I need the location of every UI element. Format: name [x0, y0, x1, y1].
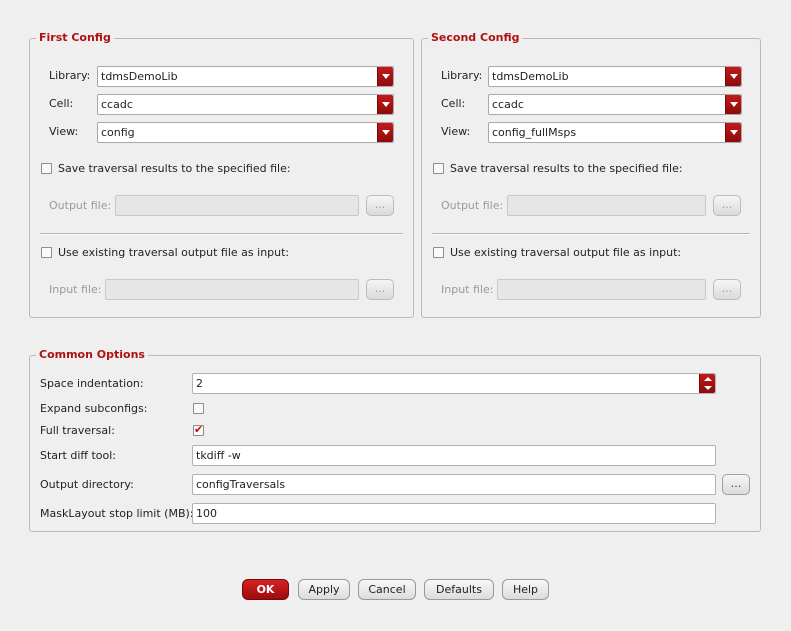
output-file-browse-button[interactable]: ... [713, 195, 741, 216]
ok-button[interactable]: OK [242, 579, 289, 600]
view-combobox[interactable]: config_fullMsps [488, 122, 742, 143]
start-diff-tool-input[interactable]: tkdiff -w [192, 445, 716, 466]
output-directory-value: configTraversals [196, 478, 286, 491]
spin-up-icon[interactable] [704, 377, 712, 381]
view-value: config_fullMsps [492, 126, 577, 139]
output-directory-input[interactable]: configTraversals [192, 474, 716, 495]
view-value: config [101, 126, 135, 139]
cell-value: ccadc [101, 98, 133, 111]
library-value: tdmsDemoLib [492, 70, 569, 83]
input-file-browse-button[interactable]: ... [713, 279, 741, 300]
apply-button[interactable]: Apply [298, 579, 350, 600]
chevron-down-icon[interactable] [377, 95, 393, 114]
output-directory-browse-button[interactable]: ... [722, 474, 750, 495]
library-combobox[interactable]: tdmsDemoLib [488, 66, 742, 87]
full-traversal-checkbox[interactable] [193, 423, 204, 437]
first-config-title: First Config [36, 31, 114, 45]
input-file-input[interactable] [105, 279, 359, 300]
expand-subconfigs-checkbox[interactable] [193, 403, 204, 414]
divider [432, 233, 750, 235]
use-existing-label: Use existing traversal output file as in… [58, 246, 290, 259]
cell-combobox[interactable]: ccadc [97, 94, 394, 115]
view-label: View: [49, 125, 79, 138]
masklayout-limit-input[interactable]: 100 [192, 503, 716, 524]
defaults-button[interactable]: Defaults [424, 579, 494, 600]
masklayout-limit-value: 100 [196, 507, 217, 520]
output-file-label: Output file: [441, 199, 504, 212]
divider [40, 233, 403, 235]
masklayout-limit-label: MaskLayout stop limit (MB): [40, 507, 194, 520]
input-file-label: Input file: [49, 283, 102, 296]
cancel-button[interactable]: Cancel [358, 579, 416, 600]
spinner-arrows-icon[interactable] [699, 374, 715, 393]
chevron-down-icon[interactable] [377, 123, 393, 142]
common-options-group: Common Options Space indentation: 2 Expa… [29, 348, 761, 532]
first-config-group: First Config Library: tdmsDemoLib Cell: … [29, 31, 414, 318]
full-traversal-label: Full traversal: [40, 424, 115, 437]
library-label: Library: [441, 69, 483, 82]
second-config-group: Second Config Library: tdmsDemoLib Cell:… [421, 31, 761, 318]
use-existing-label: Use existing traversal output file as in… [450, 246, 682, 259]
view-label: View: [441, 125, 471, 138]
save-traversal-checkbox[interactable] [41, 163, 52, 174]
output-file-label: Output file: [49, 199, 112, 212]
input-file-label: Input file: [441, 283, 494, 296]
save-traversal-label: Save traversal results to the specified … [58, 162, 291, 175]
output-file-browse-button[interactable]: ... [366, 195, 394, 216]
library-label: Library: [49, 69, 91, 82]
input-file-input[interactable] [497, 279, 706, 300]
cell-label: Cell: [49, 97, 74, 110]
start-diff-tool-label: Start diff tool: [40, 449, 117, 462]
cell-label: Cell: [441, 97, 466, 110]
view-combobox[interactable]: config [97, 122, 394, 143]
expand-subconfigs-label: Expand subconfigs: [40, 402, 148, 415]
library-value: tdmsDemoLib [101, 70, 178, 83]
input-file-browse-button[interactable]: ... [366, 279, 394, 300]
second-config-title: Second Config [428, 31, 523, 45]
chevron-down-icon[interactable] [377, 67, 393, 86]
output-file-input[interactable] [115, 195, 359, 216]
common-options-title: Common Options [36, 348, 148, 362]
space-indentation-value: 2 [196, 377, 203, 390]
cell-value: ccadc [492, 98, 524, 111]
start-diff-tool-value: tkdiff -w [196, 449, 241, 462]
use-existing-checkbox[interactable] [433, 247, 444, 258]
use-existing-checkbox[interactable] [41, 247, 52, 258]
output-file-input[interactable] [507, 195, 706, 216]
help-button[interactable]: Help [502, 579, 549, 600]
cell-combobox[interactable]: ccadc [488, 94, 742, 115]
space-indentation-label: Space indentation: [40, 377, 144, 390]
chevron-down-icon[interactable] [725, 95, 741, 114]
space-indentation-spinbox[interactable]: 2 [192, 373, 716, 394]
output-directory-label: Output directory: [40, 478, 134, 491]
chevron-down-icon[interactable] [725, 67, 741, 86]
chevron-down-icon[interactable] [725, 123, 741, 142]
save-traversal-label: Save traversal results to the specified … [450, 162, 683, 175]
spin-down-icon[interactable] [704, 386, 712, 390]
library-combobox[interactable]: tdmsDemoLib [97, 66, 394, 87]
save-traversal-checkbox[interactable] [433, 163, 444, 174]
